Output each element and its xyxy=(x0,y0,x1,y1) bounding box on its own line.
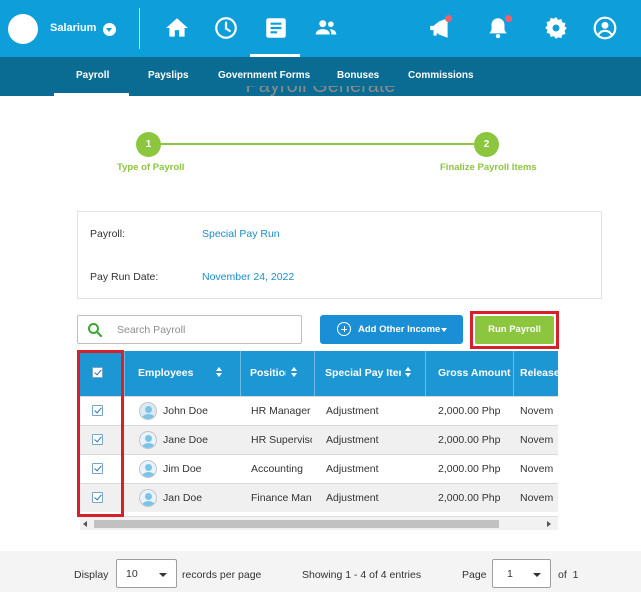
payroll-value: Special Pay Run xyxy=(202,228,280,240)
megaphone-notification-badge xyxy=(445,15,452,22)
column-header-employees[interactable]: Employees xyxy=(138,351,208,396)
employee-name[interactable]: Jane Doe xyxy=(163,426,238,455)
divider xyxy=(139,8,140,49)
payroll-items-table: Employees Position Special Pay Item Gros… xyxy=(80,351,558,530)
employee-name[interactable]: Jan Doe xyxy=(163,484,238,513)
column-header-gross-amount[interactable]: Gross Amount xyxy=(438,351,518,396)
search-payroll-box[interactable] xyxy=(77,315,302,344)
employee-position: HR Supervisor xyxy=(251,434,312,446)
employee-avatar xyxy=(139,402,157,420)
horizontal-scrollbar[interactable] xyxy=(80,516,558,530)
sort-icon[interactable] xyxy=(216,367,223,379)
subnav-tab-bonuses[interactable]: Bonuses xyxy=(337,70,379,81)
step-1-circle: 1 xyxy=(136,132,161,157)
scroll-left-icon[interactable] xyxy=(83,521,87,527)
pagination-footer: Display 10 records per page Showing 1 - … xyxy=(0,551,641,592)
people-icon[interactable] xyxy=(313,15,339,41)
employee-position: Accounting xyxy=(251,463,303,475)
gross-amount: 2,000.00 Php xyxy=(438,405,501,417)
showing-entries-text: Showing 1 - 4 of 4 entries xyxy=(302,569,422,581)
run-payroll-button[interactable]: Run Payroll xyxy=(475,316,554,344)
release-date: Novem xyxy=(520,463,554,475)
table-row[interactable]: Jan Doe Finance Manager Adjustment 2,000… xyxy=(80,483,558,512)
column-header-position[interactable]: Position xyxy=(250,351,286,396)
employee-name[interactable]: John Doe xyxy=(163,397,238,426)
display-label: Display xyxy=(74,569,109,581)
page-select-value: 1 xyxy=(507,568,513,580)
chevron-down-icon xyxy=(441,328,447,332)
sort-icon[interactable] xyxy=(405,367,412,379)
checkbox-column-highlight xyxy=(77,350,124,517)
release-date: Novem xyxy=(520,492,554,504)
add-other-income-button[interactable]: Add Other Income xyxy=(320,315,463,344)
company-name[interactable]: Salarium xyxy=(50,22,96,34)
page-title-wrapper: Payroll Generate xyxy=(0,86,641,96)
step-1-label: Type of Payroll xyxy=(117,162,185,173)
column-header-release[interactable]: Release xyxy=(520,351,558,396)
employee-name[interactable]: Jim Doe xyxy=(163,455,238,484)
document-icon[interactable] xyxy=(263,15,289,41)
payroll-label: Payroll: xyxy=(90,228,126,240)
employee-position: HR Manager xyxy=(251,405,311,417)
company-dropdown-icon[interactable] xyxy=(103,23,116,36)
bell-notification-badge xyxy=(505,15,512,22)
pay-run-date-value: November 24, 2022 xyxy=(202,271,295,283)
total-pages-text: of 1 xyxy=(558,569,579,581)
employee-avatar xyxy=(139,431,157,449)
gear-icon[interactable] xyxy=(543,15,569,41)
chevron-down-icon xyxy=(533,573,541,577)
records-per-page-value: 10 xyxy=(126,568,138,580)
scrollbar-thumb[interactable] xyxy=(94,520,499,528)
employee-avatar xyxy=(139,489,157,507)
special-pay-item: Adjustment xyxy=(326,405,379,417)
records-per-page-label: records per page xyxy=(182,569,262,581)
sort-icon[interactable] xyxy=(291,367,298,379)
top-navigation-bar: Salarium xyxy=(0,0,641,57)
search-icon xyxy=(88,323,103,338)
scroll-right-icon[interactable] xyxy=(547,521,551,527)
table-row[interactable]: Jim Doe Accounting Adjustment 2,000.00 P… xyxy=(80,454,558,483)
gross-amount: 2,000.00 Php xyxy=(438,492,501,504)
pay-run-date-label: Pay Run Date: xyxy=(90,271,159,283)
subnav-tab-government-forms[interactable]: Government Forms xyxy=(218,70,310,81)
chevron-down-icon xyxy=(159,573,167,577)
table-row[interactable]: John Doe HR Manager Adjustment 2,000.00 … xyxy=(80,396,558,425)
special-pay-item: Adjustment xyxy=(326,434,379,446)
subnav-tab-payslips[interactable]: Payslips xyxy=(148,70,189,81)
page-title: Payroll Generate xyxy=(0,86,641,96)
search-input[interactable] xyxy=(117,322,292,338)
clock-icon[interactable] xyxy=(213,15,239,41)
user-icon[interactable] xyxy=(592,15,618,41)
stepper-line xyxy=(160,143,474,145)
special-pay-item: Adjustment xyxy=(326,463,379,475)
subnav-tab-payroll[interactable]: Payroll xyxy=(76,70,109,81)
page-label: Page xyxy=(462,569,487,581)
subnav-tab-commissions[interactable]: Commissions xyxy=(408,70,474,81)
column-separator xyxy=(425,351,426,396)
release-date: Novem xyxy=(520,405,554,417)
add-other-income-label: Add Other Income xyxy=(358,324,441,335)
table-row[interactable]: Jane Doe HR Supervisor Adjustment 2,000.… xyxy=(80,425,558,454)
step-2-label: Finalize Payroll Items xyxy=(440,162,537,173)
employee-avatar xyxy=(139,460,157,478)
plus-circle-icon xyxy=(337,322,351,336)
gross-amount: 2,000.00 Php xyxy=(438,463,501,475)
gross-amount: 2,000.00 Php xyxy=(438,434,501,446)
column-header-special-pay-item[interactable]: Special Pay Item xyxy=(325,351,401,396)
step-2-circle: 2 xyxy=(474,132,499,157)
column-separator xyxy=(314,351,315,396)
payroll-info-card: Payroll: Special Pay Run Pay Run Date: N… xyxy=(77,211,602,299)
table-header: Employees Position Special Pay Item Gros… xyxy=(80,351,558,396)
home-icon[interactable] xyxy=(164,15,190,41)
column-separator xyxy=(513,351,514,396)
company-avatar[interactable] xyxy=(8,14,38,44)
employee-position: Finance Manager xyxy=(251,492,312,504)
column-separator xyxy=(124,351,125,396)
release-date: Novem xyxy=(520,434,554,446)
special-pay-item: Adjustment xyxy=(326,492,379,504)
records-per-page-select[interactable]: 10 xyxy=(116,559,177,588)
column-separator xyxy=(240,351,241,396)
page-select[interactable]: 1 xyxy=(492,559,551,588)
